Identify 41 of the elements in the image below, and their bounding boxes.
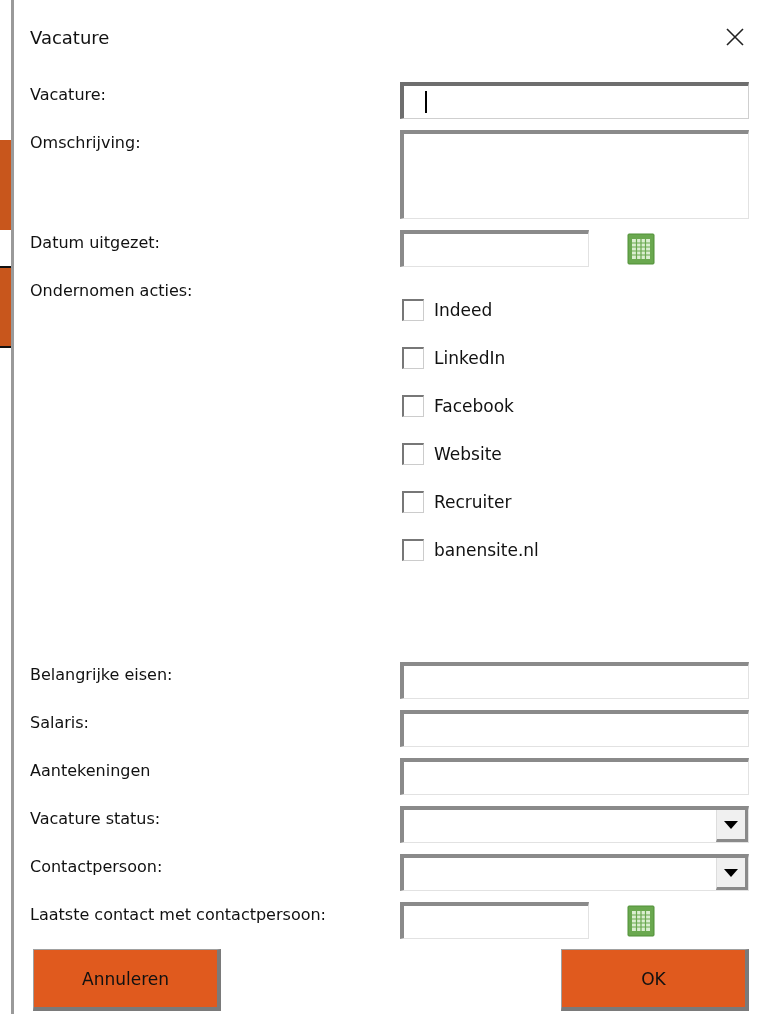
text-field[interactable] <box>400 710 749 747</box>
dropdown-field[interactable] <box>400 854 749 891</box>
field-label: Aantekeningen <box>30 760 152 782</box>
checkbox[interactable] <box>402 347 424 369</box>
checkbox[interactable] <box>402 395 424 417</box>
text-field[interactable] <box>400 662 749 699</box>
ok-button[interactable]: OK <box>561 949 749 1011</box>
date-field[interactable] <box>400 902 589 939</box>
checkbox-label: Indeed <box>434 300 493 320</box>
dropdown-button[interactable] <box>716 810 748 842</box>
caret-icon <box>724 868 738 877</box>
text-field[interactable] <box>400 758 749 795</box>
field-label: Laatste contact met contactpersoon: <box>30 904 327 926</box>
dropdown-field[interactable] <box>400 806 749 843</box>
caret-icon <box>724 820 738 829</box>
field-label: Vacature: <box>30 84 107 106</box>
field-label: Belangrijke eisen: <box>30 664 174 686</box>
field-label: Ondernomen acties: <box>30 280 194 302</box>
checkbox-label: banensite.nl <box>434 540 539 560</box>
calendar-icon[interactable] <box>627 905 655 937</box>
checkbox-label: Facebook <box>434 396 514 416</box>
checkbox[interactable] <box>402 443 424 465</box>
field-label: Vacature status: <box>30 808 162 830</box>
calendar-icon[interactable] <box>627 233 655 265</box>
checkbox-label: Website <box>434 444 502 464</box>
field-label: Omschrijving: <box>30 132 142 154</box>
checkbox-label: Recruiter <box>434 492 512 512</box>
field-label: Datum uitgezet: <box>30 232 161 254</box>
checkbox[interactable] <box>402 539 424 561</box>
checkbox-label: LinkedIn <box>434 348 506 368</box>
text-field[interactable] <box>400 82 749 119</box>
field-label: Contactpersoon: <box>30 856 164 878</box>
dropdown-button[interactable] <box>716 858 748 890</box>
window-title: Vacature <box>30 26 110 48</box>
cancel-button[interactable]: Annuleren <box>33 949 221 1011</box>
checkbox[interactable] <box>402 299 424 321</box>
date-field[interactable] <box>400 230 589 267</box>
checkbox[interactable] <box>402 491 424 513</box>
field-label: Salaris: <box>30 712 90 734</box>
close-icon[interactable] <box>725 27 745 47</box>
text-area[interactable] <box>400 130 749 219</box>
